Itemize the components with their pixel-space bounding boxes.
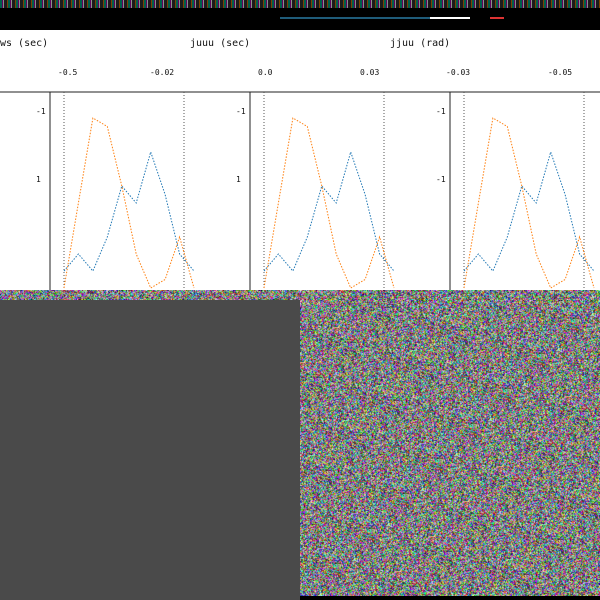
series-line bbox=[463, 150, 595, 272]
tick-label: -0.5 bbox=[58, 68, 77, 77]
tick-label: -0.02 bbox=[150, 68, 174, 77]
series-line bbox=[463, 117, 595, 289]
tick-label: -0.05 bbox=[548, 68, 572, 77]
vertical-gridlines bbox=[49, 92, 585, 290]
series-layer bbox=[63, 117, 595, 289]
tick-label: 0.0 bbox=[258, 68, 273, 77]
y-tick-label: -1 bbox=[436, 175, 446, 184]
tick-label: 0.03 bbox=[360, 68, 379, 77]
bottom-edge bbox=[300, 596, 600, 600]
y-tick-label: 1 bbox=[236, 175, 241, 184]
grey-block bbox=[0, 300, 300, 600]
top-bar-indicator-2 bbox=[430, 17, 470, 19]
subplot-title: jjuu (rad) bbox=[390, 38, 450, 49]
plot-svg: ws (sec) juuu (sec) jjuu (rad) -0.5 -0.0… bbox=[0, 38, 600, 290]
series-line bbox=[63, 150, 195, 272]
series-line bbox=[263, 150, 395, 272]
top-bar-indicator-3 bbox=[490, 17, 504, 19]
plot-area: ws (sec) juuu (sec) jjuu (rad) -0.5 -0.0… bbox=[0, 30, 600, 290]
subplot-title: ws (sec) bbox=[0, 38, 48, 49]
series-line bbox=[63, 117, 195, 289]
top-bar-artifact bbox=[0, 0, 600, 8]
y-tick-label: 1 bbox=[36, 175, 41, 184]
axis-y-ticks: -1 1 -1 1 -1 -1 bbox=[36, 107, 446, 184]
subplot-title: juuu (sec) bbox=[190, 38, 250, 49]
corrupted-screen: ws (sec) juuu (sec) jjuu (rad) -0.5 -0.0… bbox=[0, 0, 600, 600]
y-tick-label: -1 bbox=[436, 107, 446, 116]
top-tick-labels: -0.5 -0.02 0.0 0.03 -0.03 -0.05 bbox=[58, 68, 572, 77]
top-bar bbox=[0, 0, 600, 30]
noise-band bbox=[0, 290, 600, 300]
tick-label: -0.03 bbox=[446, 68, 470, 77]
noise-block bbox=[300, 300, 600, 596]
y-tick-label: -1 bbox=[36, 107, 46, 116]
series-line bbox=[263, 117, 395, 289]
y-tick-label: -1 bbox=[236, 107, 246, 116]
